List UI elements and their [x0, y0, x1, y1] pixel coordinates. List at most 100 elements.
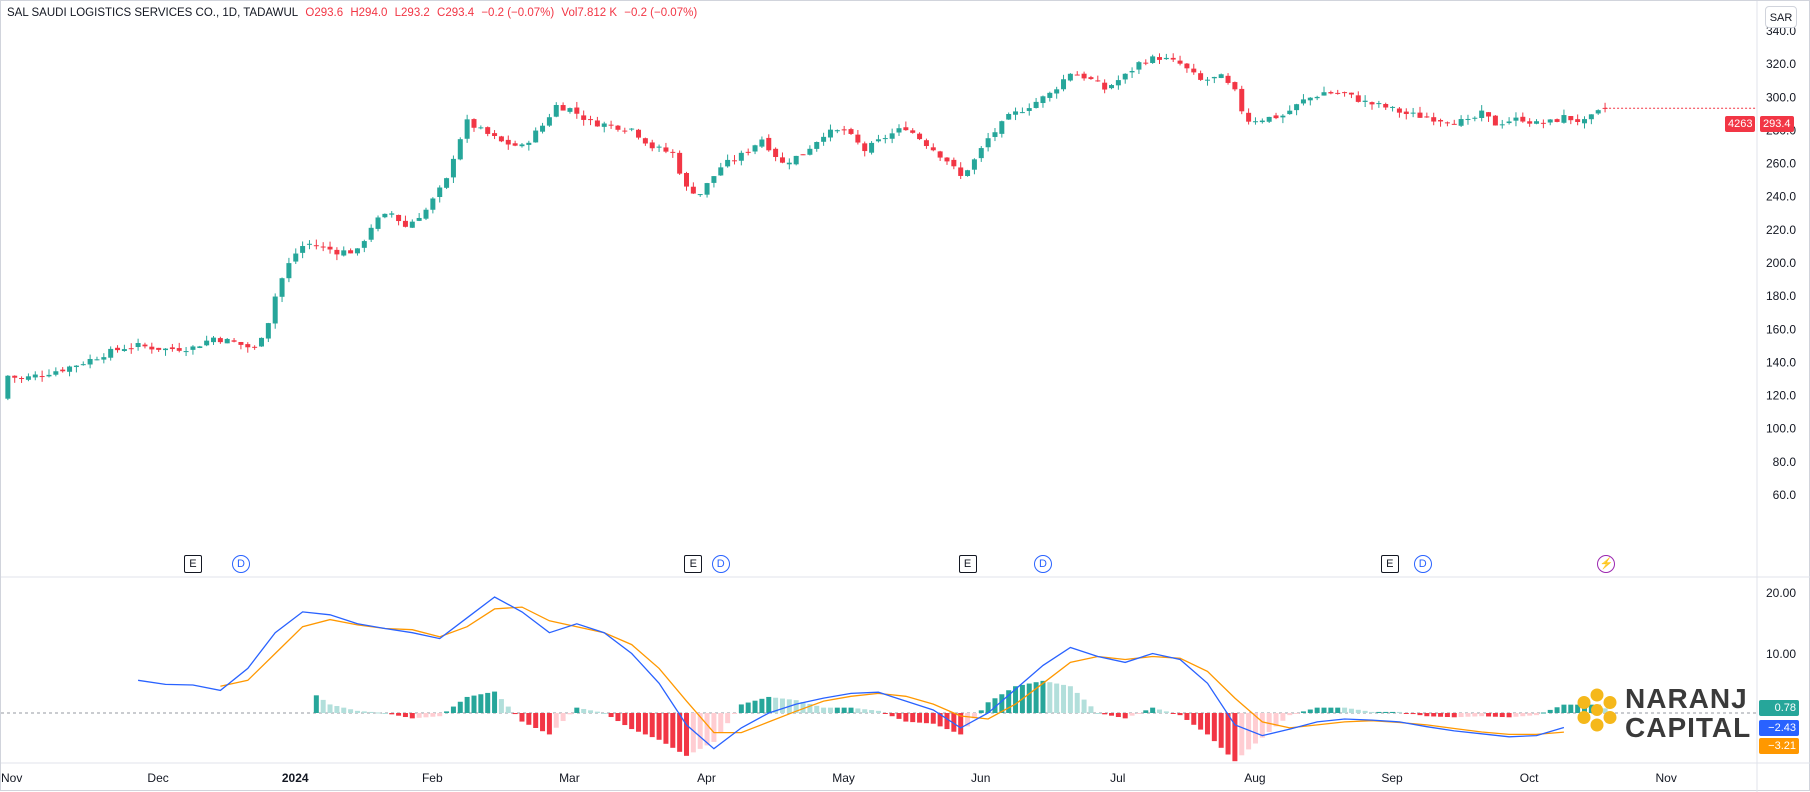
- macd-histogram-bar: [917, 713, 923, 723]
- time-tick-label: Feb: [422, 771, 443, 785]
- macd-histogram-bar: [1444, 713, 1450, 718]
- macd-histogram-bar: [1486, 713, 1492, 717]
- candle-body: [1163, 57, 1169, 60]
- candle-body: [1499, 124, 1505, 126]
- macd-histogram-bar: [1095, 713, 1101, 714]
- macd-histogram-bar: [1047, 682, 1053, 713]
- candle-body: [951, 159, 957, 167]
- candle-body: [60, 369, 66, 372]
- macd-histogram-bar: [1211, 713, 1217, 742]
- candle-body: [457, 139, 463, 160]
- macd-histogram-bar: [910, 713, 916, 723]
- candle-body: [601, 123, 607, 127]
- macd-histogram-bar: [1520, 713, 1526, 717]
- macd-histogram-bar: [642, 713, 648, 735]
- candle-body: [855, 134, 861, 143]
- price-tick-label: 260.0: [1766, 157, 1796, 171]
- candle-body: [834, 130, 840, 132]
- macd-histogram-bar: [594, 711, 600, 713]
- candle-body: [773, 148, 779, 158]
- macd-histogram-bar: [1307, 709, 1313, 713]
- candle-body: [375, 217, 381, 229]
- candle-body: [245, 344, 251, 348]
- macd-histogram-bar: [1177, 713, 1183, 716]
- earnings-marker-icon[interactable]: E: [958, 555, 977, 573]
- low-value: L293.2: [394, 7, 430, 19]
- macd-histogram-bar: [505, 706, 511, 713]
- macd-histogram-bar: [834, 707, 840, 713]
- time-tick-label: Apr: [697, 771, 716, 785]
- candle-body: [149, 346, 155, 350]
- macd-tick-label: 10.00: [1766, 647, 1796, 661]
- price-tick-label: 220.0: [1766, 223, 1796, 237]
- candle-body: [882, 138, 888, 140]
- currency-button[interactable]: SAR: [1765, 6, 1797, 28]
- time-tick-label: Aug: [1244, 771, 1265, 785]
- dividend-marker-icon[interactable]: D: [1033, 555, 1052, 573]
- candle-body: [1211, 76, 1217, 79]
- macd-histogram-bar: [656, 713, 662, 740]
- macd-histogram-bar: [471, 695, 477, 713]
- candle-body: [19, 378, 25, 380]
- candle-body: [636, 129, 642, 138]
- macd-histogram-bar: [478, 694, 484, 713]
- candle-body: [896, 128, 902, 133]
- candle-body: [231, 340, 237, 342]
- dividend-marker-icon[interactable]: D: [231, 555, 250, 573]
- candle-body: [1047, 92, 1053, 98]
- candle-body: [101, 357, 107, 360]
- macd-histogram-bar: [457, 701, 463, 713]
- macd-histogram-bar: [1156, 709, 1162, 713]
- candle-body: [265, 323, 271, 339]
- macd-histogram-bar: [684, 713, 689, 756]
- macd-histogram-bar: [738, 704, 744, 713]
- candle-body: [25, 376, 31, 380]
- symbol-title[interactable]: SAL SAUDI LOGISTICS SERVICES CO., 1D, TA…: [7, 7, 298, 19]
- candle-body: [526, 142, 532, 145]
- macd-histogram-bar: [1163, 711, 1169, 713]
- macd-histogram-bar: [1561, 704, 1567, 713]
- candle-body: [1321, 92, 1327, 96]
- volume-value: Vol7.812 K: [561, 7, 618, 19]
- dividend-marker-icon[interactable]: D: [1413, 555, 1432, 573]
- candle-body: [903, 127, 909, 131]
- macd-histogram-bar: [1383, 711, 1389, 713]
- chart-canvas[interactable]: 60.0 80.0 100.0 120.0 140.0 160.0 180.0 200.0 22…: [1, 1, 1810, 792]
- macd-histogram-bar: [869, 710, 875, 713]
- earnings-marker-icon[interactable]: E: [1380, 555, 1399, 573]
- macd-histogram-bar: [978, 710, 984, 713]
- candle-body: [1067, 73, 1073, 81]
- logo-line2: CAPITAL: [1625, 712, 1752, 743]
- candle-body: [1554, 119, 1560, 122]
- candle-body: [313, 245, 319, 247]
- candle-body: [121, 349, 127, 352]
- candle-body: [1006, 114, 1012, 120]
- macd-line: [138, 596, 1565, 750]
- macd-histogram-bar: [1362, 710, 1368, 713]
- candle-body: [930, 147, 936, 151]
- macd-histogram-bar: [327, 704, 333, 713]
- candle-body: [108, 348, 114, 358]
- earnings-marker-icon[interactable]: E: [183, 555, 202, 573]
- candle-body: [546, 117, 552, 126]
- macd-histogram-bar: [375, 712, 381, 714]
- macd-histogram-bar: [1369, 711, 1375, 713]
- macd-histogram-bar: [1506, 713, 1512, 718]
- last-price-badge: 293.4: [1760, 116, 1794, 132]
- candle-body: [588, 119, 594, 121]
- macd-histogram-bar: [903, 713, 909, 722]
- macd-histogram-bar: [368, 711, 374, 713]
- candle-body: [1115, 80, 1121, 86]
- macd-histogram-bar: [1081, 699, 1087, 713]
- candle-body: [505, 139, 511, 145]
- candle-body: [608, 124, 614, 126]
- macd-histogram-bar: [313, 695, 319, 713]
- candle-body: [1170, 57, 1176, 60]
- candle-body: [999, 121, 1005, 134]
- dividend-marker-icon[interactable]: D: [711, 555, 730, 573]
- earnings-marker-icon[interactable]: E: [684, 555, 703, 573]
- macd-histogram-bar: [348, 709, 354, 713]
- macd-histogram-bar: [512, 713, 518, 715]
- macd-histogram-bar: [581, 708, 587, 713]
- candle-body: [423, 209, 429, 219]
